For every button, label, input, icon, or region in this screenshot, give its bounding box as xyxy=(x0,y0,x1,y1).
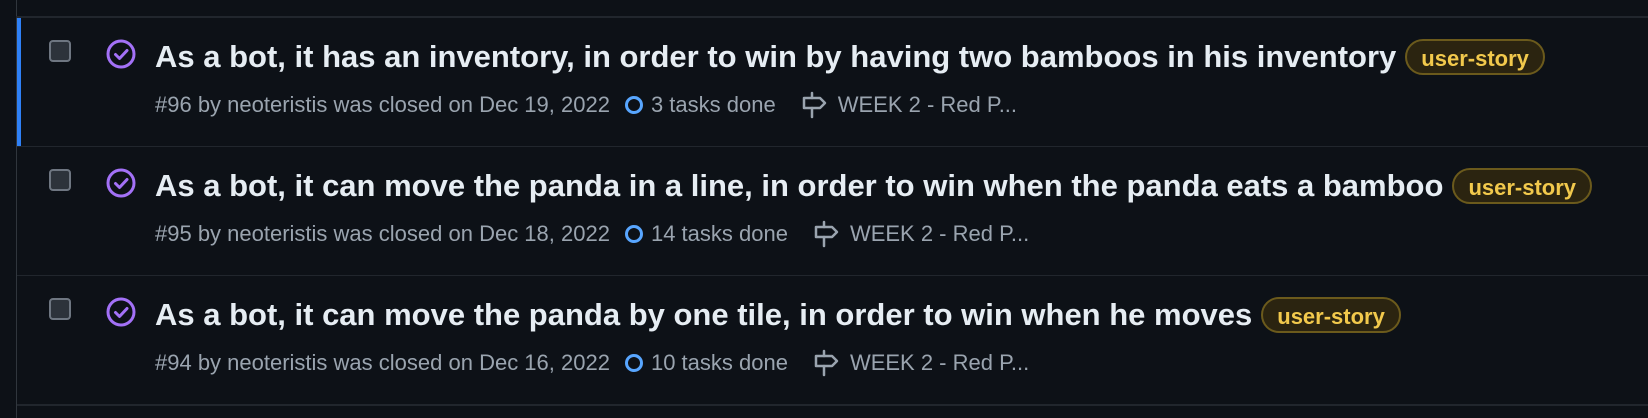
user-story-label[interactable]: user-story xyxy=(1405,39,1545,75)
milestone-link[interactable]: WEEK 2 - Red P... xyxy=(800,90,1017,120)
issue-row[interactable]: As a bot, it can move the panda by one t… xyxy=(17,276,1648,406)
issue-meta: #95 by neoteristis was closed on Dec 18,… xyxy=(155,219,1029,249)
issue-title-line: As a bot, it can move the panda in a lin… xyxy=(155,167,1648,205)
task-progress: 10 tasks done xyxy=(624,349,788,377)
user-story-label[interactable]: user-story xyxy=(1452,168,1593,204)
task-progress: 3 tasks done xyxy=(624,91,776,119)
issue-meta-text: #96 by neoteristis was closed on Dec 19,… xyxy=(155,92,610,117)
issue-list: As a bot, it has an inventory, in order … xyxy=(0,0,1648,418)
milestone-icon xyxy=(814,349,839,377)
issue-title-link[interactable]: As a bot, it can move the panda by one t… xyxy=(155,296,1252,334)
issue-meta-text: #94 by neoteristis was closed on Dec 16,… xyxy=(155,350,610,375)
task-progress-text: 14 tasks done xyxy=(650,221,788,246)
issue-meta: #96 by neoteristis was closed on Dec 19,… xyxy=(155,90,1017,120)
task-progress-icon xyxy=(624,225,643,243)
issue-title-line: As a bot, it has an inventory, in order … xyxy=(155,38,1648,76)
milestone-icon xyxy=(814,220,839,248)
issue-title-link[interactable]: As a bot, it can move the panda in a lin… xyxy=(155,167,1443,205)
issue-title-line: As a bot, it can move the panda by one t… xyxy=(155,296,1648,334)
issue-select-checkbox[interactable] xyxy=(49,298,71,320)
issue-meta: #94 by neoteristis was closed on Dec 16,… xyxy=(155,348,1029,378)
closed-issue-icon xyxy=(106,39,136,69)
task-progress-icon xyxy=(624,354,643,372)
closed-issue-icon xyxy=(106,168,136,198)
milestone-link[interactable]: WEEK 2 - Red P... xyxy=(812,348,1029,378)
issue-title-link[interactable]: As a bot, it has an inventory, in order … xyxy=(155,38,1396,76)
user-story-label[interactable]: user-story xyxy=(1261,297,1401,333)
task-progress: 14 tasks done xyxy=(624,220,788,248)
milestone-icon xyxy=(802,91,826,119)
task-progress-text: 10 tasks done xyxy=(650,350,788,375)
task-progress-text: 3 tasks done xyxy=(650,92,776,117)
issue-row[interactable]: As a bot, it can move the panda in a lin… xyxy=(17,147,1648,277)
milestone-text[interactable]: WEEK 2 - Red P... xyxy=(838,91,1017,119)
milestone-text[interactable]: WEEK 2 - Red P... xyxy=(850,349,1029,377)
closed-issue-icon xyxy=(106,297,136,327)
issue-meta-text: #95 by neoteristis was closed on Dec 18,… xyxy=(155,221,610,246)
issue-row[interactable]: As a bot, it has an inventory, in order … xyxy=(17,18,1648,148)
issue-select-checkbox[interactable] xyxy=(49,40,71,62)
milestone-text[interactable]: WEEK 2 - Red P... xyxy=(850,220,1029,248)
milestone-link[interactable]: WEEK 2 - Red P... xyxy=(812,219,1029,249)
issue-select-checkbox[interactable] xyxy=(49,169,71,191)
task-progress-icon xyxy=(624,96,643,114)
